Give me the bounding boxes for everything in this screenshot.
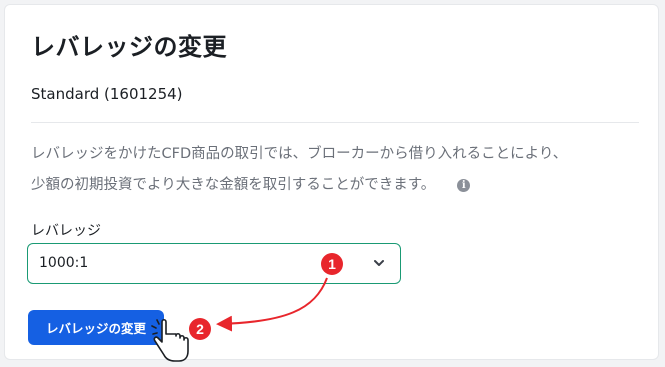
description-line-1: レバレッジをかけたCFD商品の取引では、ブローカーから借り入れることにより、 bbox=[31, 146, 568, 162]
step-1-badge: 1 bbox=[321, 253, 343, 275]
change-leverage-button[interactable]: レバレッジの変更 bbox=[28, 310, 164, 345]
leverage-label: レバレッジ bbox=[31, 223, 101, 239]
leverage-select-value: 1000:1 bbox=[39, 255, 89, 271]
description-line-2-text: 少額の初期投資でより大きな金額を取引することができます。 bbox=[31, 177, 436, 193]
page-title: レバレッジの変更 bbox=[31, 33, 227, 61]
description: レバレッジをかけたCFD商品の取引では、ブローカーから借り入れることにより、 少… bbox=[31, 139, 631, 201]
account-name: Standard (1601254) bbox=[31, 85, 183, 103]
leverage-change-card: レバレッジの変更 Standard (1601254) レバレッジをかけたCFD… bbox=[4, 4, 659, 360]
pointer-hand-icon bbox=[151, 318, 189, 362]
info-icon[interactable]: i bbox=[457, 179, 471, 192]
divider bbox=[31, 122, 639, 123]
chevron-down-icon bbox=[374, 260, 384, 266]
leverage-select[interactable]: 1000:1 bbox=[27, 243, 401, 284]
description-line-2: 少額の初期投資でより大きな金額を取引することができます。 i bbox=[31, 170, 631, 201]
step-2-badge: 2 bbox=[189, 318, 211, 340]
